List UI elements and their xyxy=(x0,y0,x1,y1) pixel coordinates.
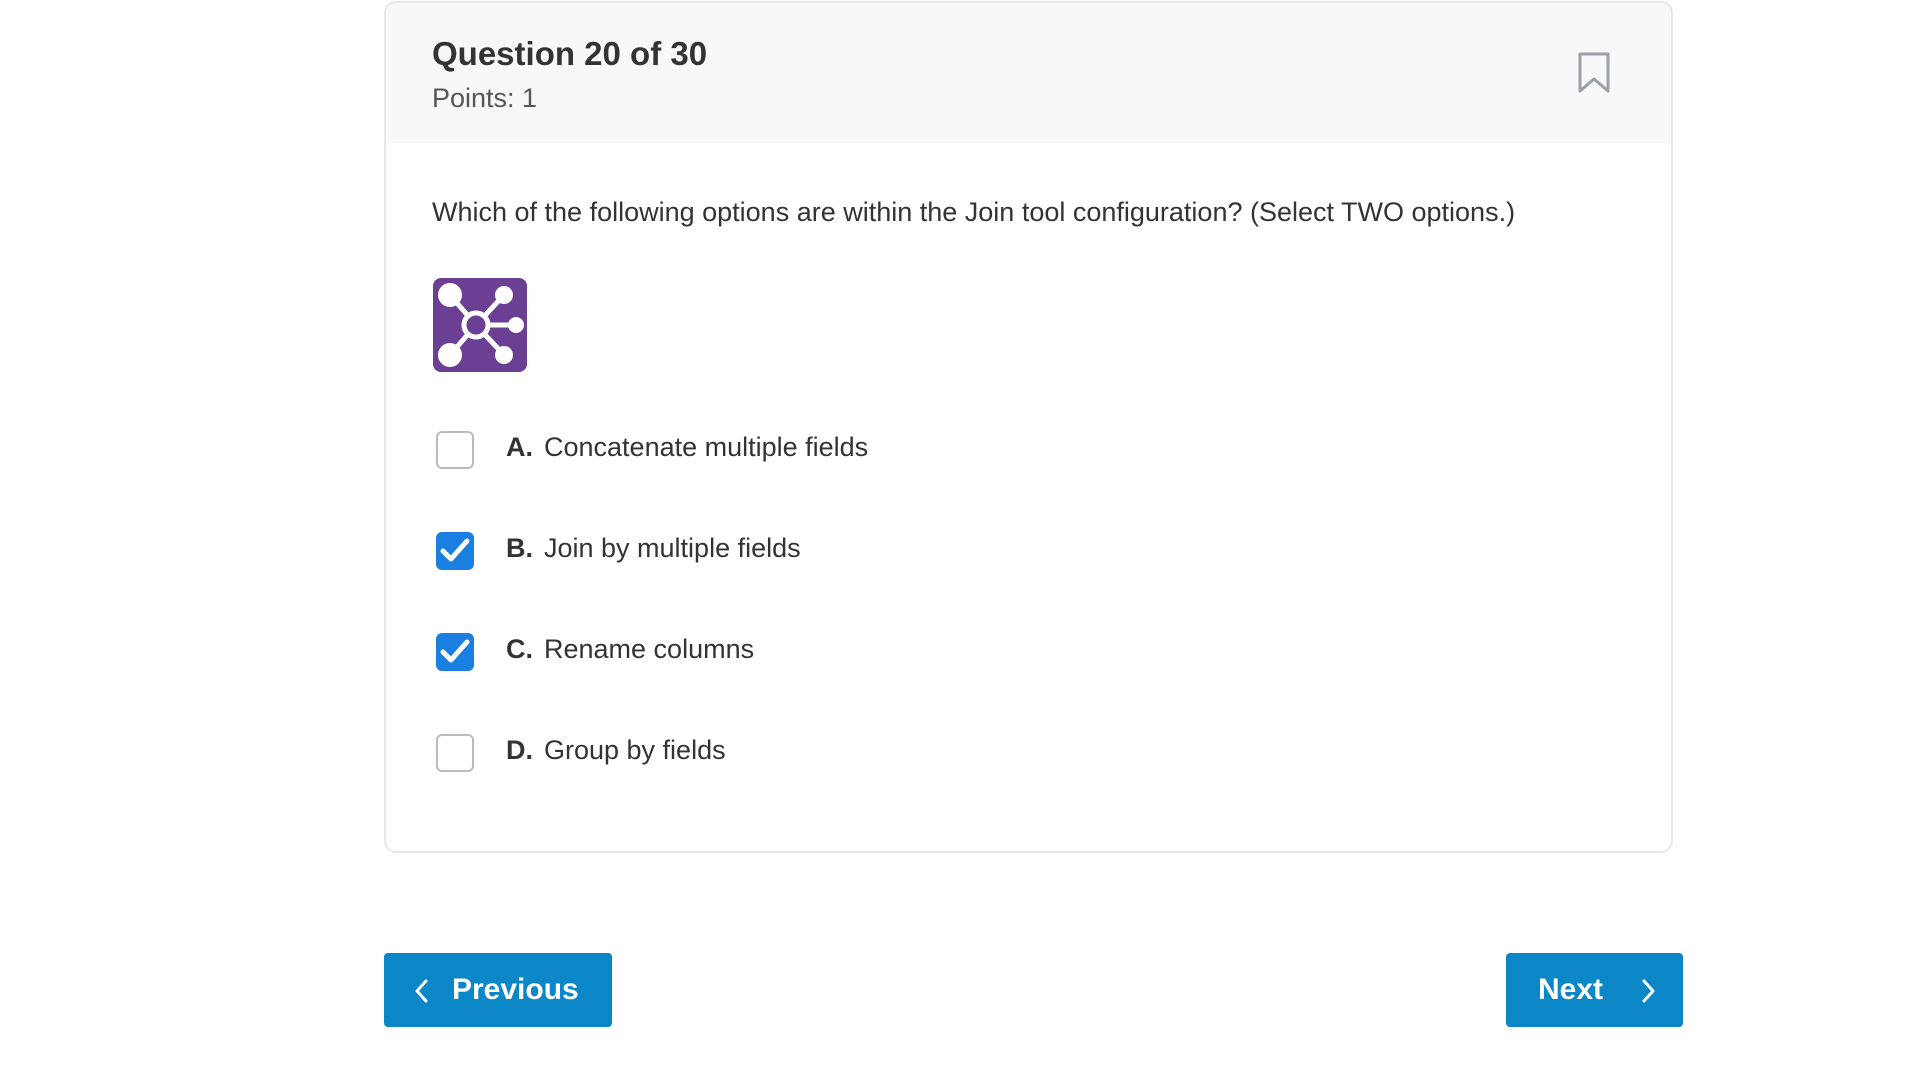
chevron-left-icon xyxy=(415,979,428,1003)
option-label: Group by fields xyxy=(544,735,726,765)
question-points: Points: 1 xyxy=(432,83,538,113)
question-title: Question 20 of 30 xyxy=(432,35,708,72)
option-d[interactable]: D. Group by fields xyxy=(436,731,1336,775)
option-label: Join by multiple fields xyxy=(544,533,801,563)
option-a-checkbox[interactable] xyxy=(436,431,474,469)
option-label: Concatenate multiple fields xyxy=(544,432,869,462)
question-header: Question 20 of 30 Points: 1 xyxy=(386,3,1671,143)
previous-label: Previous xyxy=(452,973,579,1006)
previous-button[interactable]: Previous xyxy=(384,953,612,1027)
question-card: Question 20 of 30 Points: 1 Which of the… xyxy=(384,1,1673,853)
option-label: Rename columns xyxy=(544,634,755,664)
option-b-checkbox[interactable] xyxy=(436,532,474,570)
question-text: Which of the following options are withi… xyxy=(432,197,1516,227)
option-letter: A. xyxy=(506,432,533,462)
next-button[interactable]: Next xyxy=(1506,953,1683,1027)
checkmark-icon xyxy=(440,639,470,663)
bookmark-button[interactable] xyxy=(1576,51,1612,95)
option-letter: C. xyxy=(506,634,533,664)
checkmark-icon xyxy=(440,538,470,562)
option-c[interactable]: C. Rename columns xyxy=(436,630,1336,674)
option-b[interactable]: B. Join by multiple fields xyxy=(436,529,1336,573)
option-d-checkbox[interactable] xyxy=(436,734,474,772)
option-c-checkbox[interactable] xyxy=(436,633,474,671)
option-letter: B. xyxy=(506,533,533,563)
join-tool-icon xyxy=(433,278,527,372)
option-letter: D. xyxy=(506,735,533,765)
bookmark-icon xyxy=(1578,52,1610,93)
option-a[interactable]: A. Concatenate multiple fields xyxy=(436,428,1336,472)
next-label: Next xyxy=(1538,973,1604,1006)
chevron-right-icon xyxy=(1642,979,1655,1003)
